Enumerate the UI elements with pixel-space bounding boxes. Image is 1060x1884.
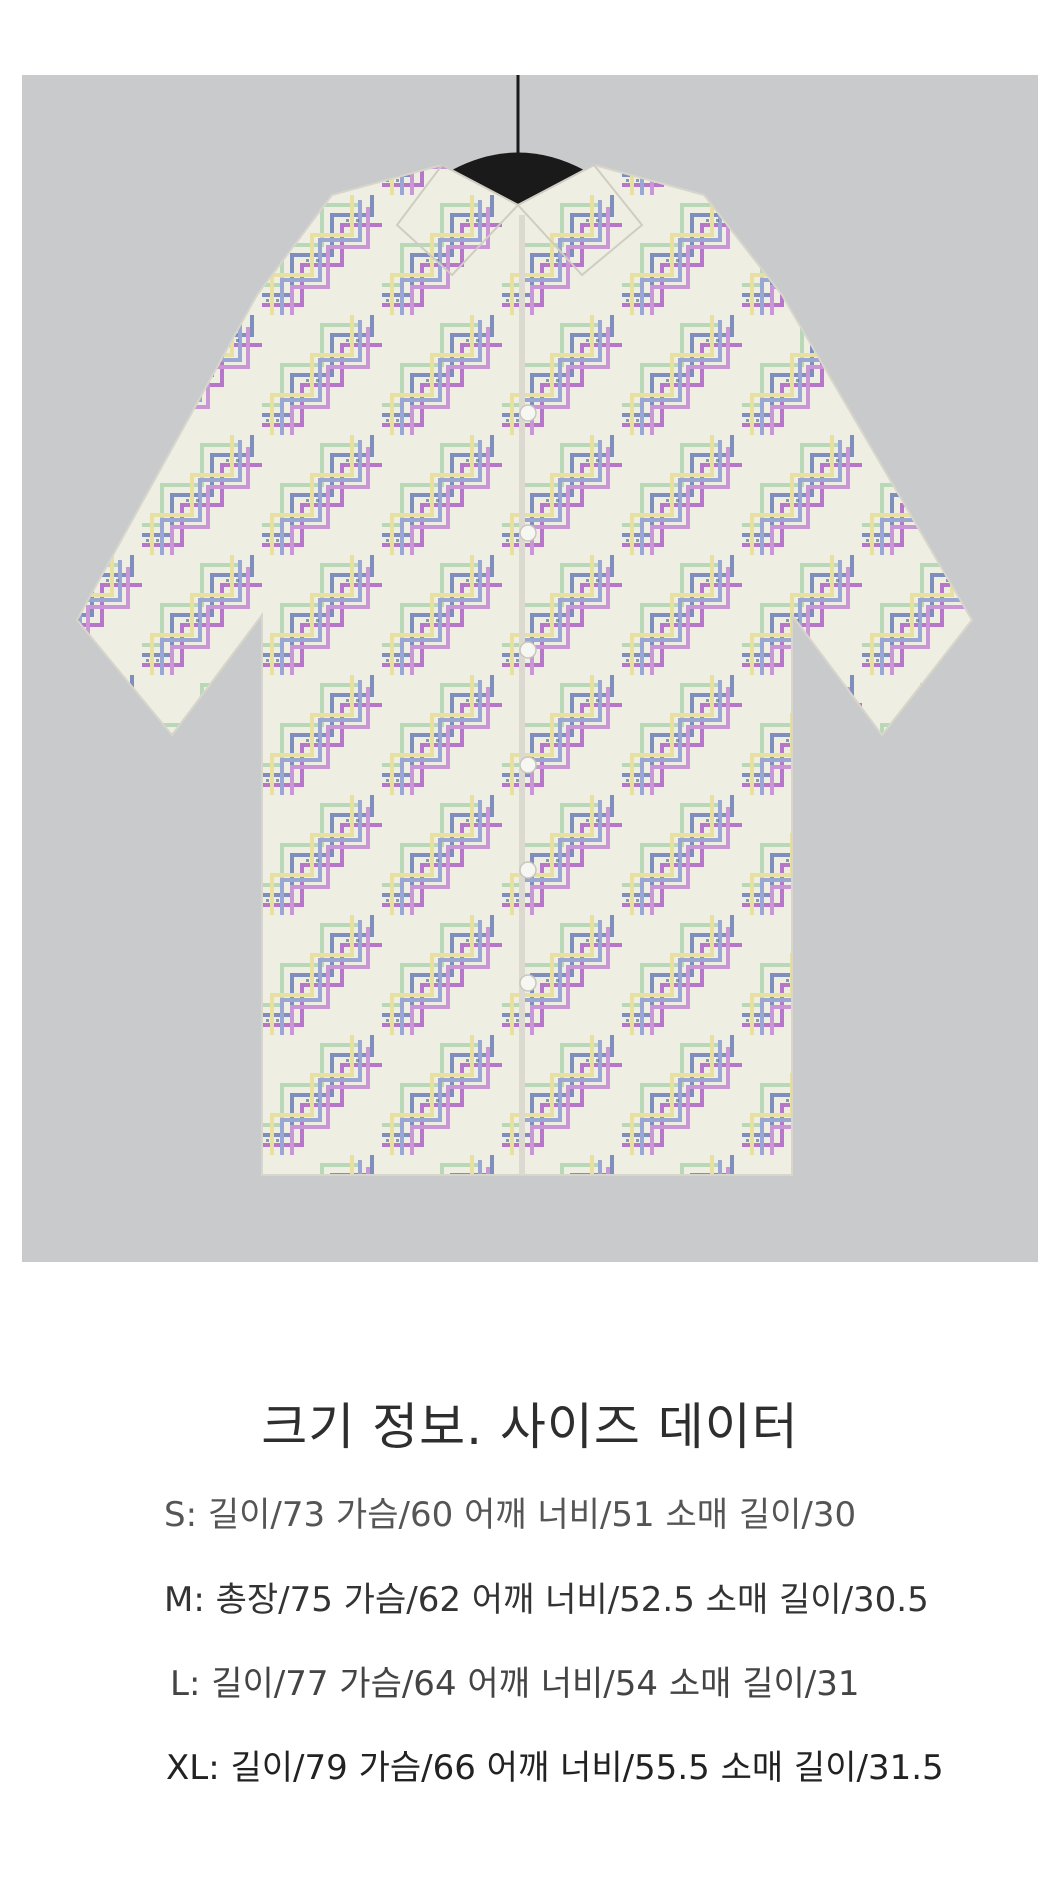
shirt-illustration: [75, 75, 974, 1176]
size-row-xl: XL: 길이/79 가슴/66 어깨 너비/55.5 소매 길이/31.5: [166, 1748, 944, 1788]
size-row-s: S: 길이/73 가슴/60 어깨 너비/51 소매 길이/30: [164, 1495, 857, 1535]
size-info-section: 크기 정보. 사이즈 데이터 S: 길이/73 가슴/60 어깨 너비/51 소…: [0, 1262, 1060, 1884]
size-row-m: M: 총장/75 가슴/62 어깨 너비/52.5 소매 길이/30.5: [164, 1580, 929, 1620]
product-photo: [22, 75, 1038, 1262]
size-info-title: 크기 정보. 사이즈 데이터: [261, 1398, 799, 1456]
size-row-l: L: 길이/77 가슴/64 어깨 너비/54 소매 길이/31: [170, 1664, 860, 1704]
